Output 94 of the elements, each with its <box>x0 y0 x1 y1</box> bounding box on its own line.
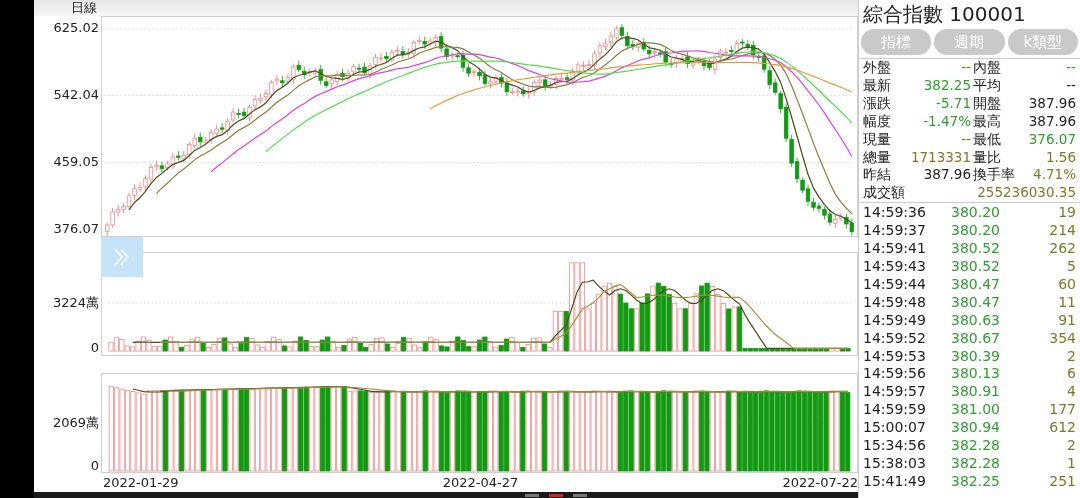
stat-label: 成交額 <box>863 184 905 203</box>
stat-label: 換手率 <box>973 166 1016 185</box>
trade-volume: 11 <box>1057 293 1076 312</box>
trade-volume: 354 <box>1048 329 1076 348</box>
trade-volume: 4 <box>1066 383 1076 402</box>
trade-price: 381.00 <box>951 401 1001 420</box>
trade-price: 380.20 <box>951 204 1001 223</box>
stat-value: 1713331 <box>909 148 971 167</box>
trade-price: 380.47 <box>951 293 1001 312</box>
trade-time: 14:59:36 <box>863 204 927 223</box>
stat-label: 漲跌 <box>863 94 892 113</box>
trade-volume: 5 <box>1066 257 1076 276</box>
trade-price: 380.94 <box>951 419 1001 438</box>
axis-label: 2069萬 <box>52 415 99 431</box>
trade-time: 14:59:37 <box>863 222 927 241</box>
axis-label: 459.05 <box>53 154 99 170</box>
stat-label: 總量 <box>863 148 892 167</box>
trade-time: 15:00:07 <box>863 419 927 438</box>
stat-label: 幅度 <box>863 112 892 131</box>
stat-value: -5.71 <box>935 94 971 113</box>
axis-label: 3224萬 <box>52 295 99 311</box>
trade-price: 380.91 <box>951 383 1001 402</box>
stat-value: -- <box>1065 76 1076 95</box>
stat-label: 最新 <box>863 76 892 95</box>
trade-price: 380.52 <box>951 257 1001 276</box>
axis-label: 625.02 <box>53 20 99 36</box>
stat-value: -- <box>960 130 971 149</box>
stat-label: 外盤 <box>863 59 892 77</box>
trade-volume: 1 <box>1066 454 1076 473</box>
stat-value: 4.71% <box>1032 166 1076 185</box>
trade-price: 380.63 <box>951 311 1001 330</box>
trade-time: 14:59:56 <box>863 365 927 384</box>
trade-price: 380.13 <box>951 365 1001 384</box>
trade-time: 15:41:49 <box>863 472 927 491</box>
stat-label: 平均 <box>973 76 1002 95</box>
trade-volume: 2 <box>1066 437 1076 455</box>
stat-value: 387.96 <box>922 166 971 185</box>
stat-value: 387.96 <box>1027 94 1076 113</box>
trade-volume: 177 <box>1048 401 1076 420</box>
trade-time: 14:59:59 <box>863 401 927 420</box>
trade-time: 14:59:57 <box>863 383 927 402</box>
trade-time: 14:59:49 <box>863 311 927 330</box>
stat-label: 量比 <box>973 148 1002 167</box>
stat-value: 255236030.35 <box>977 184 1076 203</box>
trade-price: 380.20 <box>951 222 1001 241</box>
trade-time: 14:59:43 <box>863 257 927 276</box>
trade-volume: 19 <box>1057 204 1076 223</box>
stat-label: 昨結 <box>863 166 892 185</box>
trade-time: 15:38:03 <box>863 454 927 473</box>
date-label: 2022-04-27 <box>442 474 519 492</box>
stat-label: 內盤 <box>973 59 1002 77</box>
stat-value: 382.25 <box>922 76 971 95</box>
page-indicator[interactable] <box>573 493 587 497</box>
trade-time: 15:34:56 <box>863 437 927 455</box>
trade-price: 380.52 <box>951 240 1001 258</box>
date-label: 2022-07-22 <box>782 474 858 492</box>
page-indicator[interactable] <box>525 493 539 497</box>
stat-label: 現量 <box>863 130 892 149</box>
trade-volume: 2 <box>1066 347 1076 366</box>
stat-value: 376.07 <box>1027 130 1076 149</box>
trade-volume: 60 <box>1057 275 1076 294</box>
trade-price: 382.28 <box>951 437 1001 455</box>
trade-time: 14:59:44 <box>863 275 927 294</box>
axis-label: 0 <box>90 458 99 474</box>
trade-volume: 612 <box>1048 419 1076 438</box>
trade-volume: 262 <box>1048 240 1076 258</box>
stat-value: -1.47% <box>922 112 971 131</box>
trade-price: 380.67 <box>951 329 1001 348</box>
stat-label: 最高 <box>973 112 1002 131</box>
trade-time: 14:59:41 <box>863 240 927 258</box>
stat-value: 387.96 <box>1027 112 1076 131</box>
trade-volume: 251 <box>1048 472 1076 491</box>
trade-time: 14:59:52 <box>863 329 927 348</box>
page-indicator[interactable] <box>549 493 563 497</box>
stat-value: -- <box>960 59 971 77</box>
axis-label: 0 <box>90 340 99 356</box>
trade-time: 14:59:48 <box>863 293 927 312</box>
trade-price: 382.25 <box>951 472 1001 491</box>
trade-price: 382.28 <box>951 454 1001 473</box>
stat-label: 最低 <box>973 130 1002 149</box>
trade-time: 14:59:53 <box>863 347 927 366</box>
trade-price: 380.39 <box>951 347 1001 366</box>
stat-value: -- <box>1065 59 1076 77</box>
trade-volume: 214 <box>1048 222 1076 241</box>
period-label: 日線 <box>70 0 98 16</box>
date-label: 2022-01-29 <box>103 474 179 492</box>
axis-label: 376.07 <box>53 221 99 237</box>
trade-volume: 6 <box>1066 365 1076 384</box>
stat-label: 開盤 <box>973 94 1002 113</box>
stock-title: 綜合指數 100001 <box>862 1 1027 28</box>
axis-label: 542.04 <box>53 87 99 103</box>
stat-value: 1.56 <box>1044 148 1076 167</box>
trade-price: 380.47 <box>951 275 1001 294</box>
trade-volume: 91 <box>1057 311 1076 330</box>
